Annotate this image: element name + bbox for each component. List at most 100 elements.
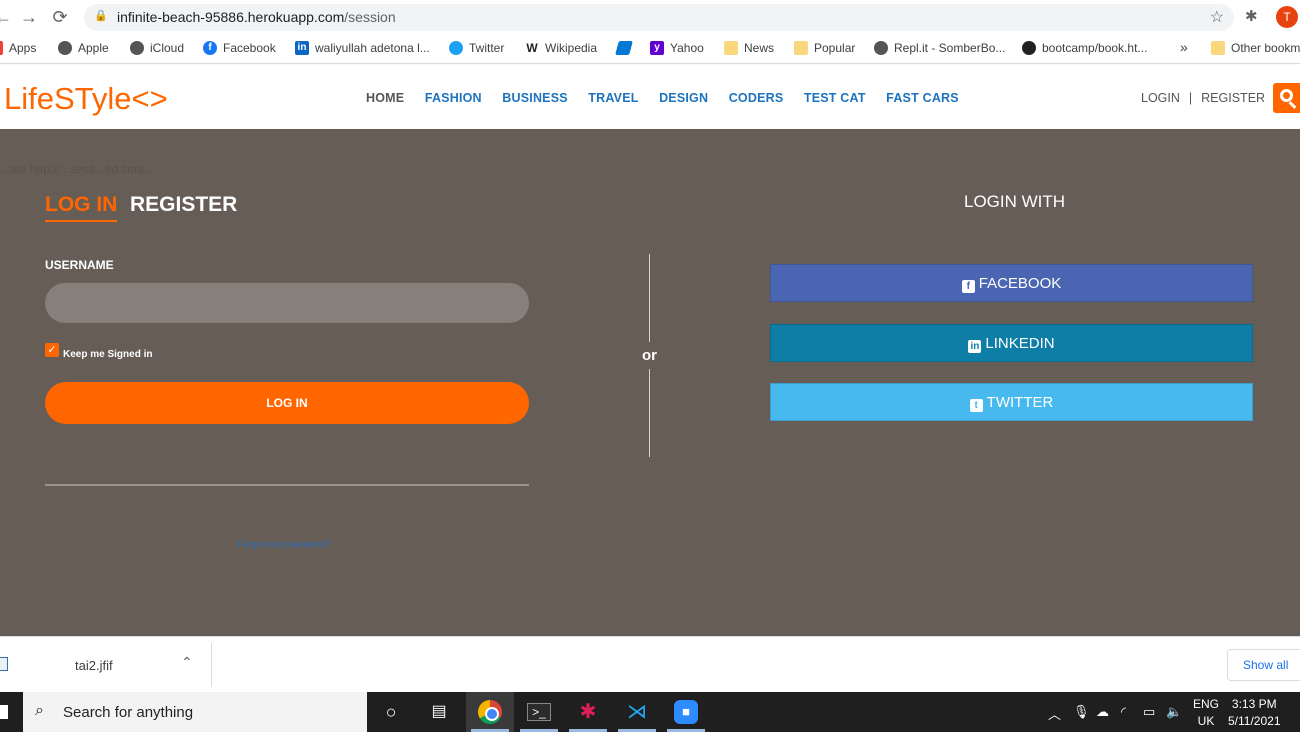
site-header: LifeSTyle<> HOME FASHION BUSINESS TRAVEL… bbox=[0, 65, 1300, 129]
bookmark-star-icon[interactable]: ☆ bbox=[1210, 7, 1224, 27]
clock-date: 5/11/2021 bbox=[1228, 714, 1281, 728]
bookmark-azure[interactable] bbox=[615, 41, 637, 55]
bookmark-label: Repl.it - SomberBo... bbox=[894, 41, 1006, 55]
bookmark-label: Yahoo bbox=[670, 41, 704, 55]
tab-login[interactable]: LOG IN bbox=[45, 193, 118, 222]
forward-icon[interactable]: → bbox=[18, 6, 40, 28]
login-with-heading: LOGIN WITH bbox=[964, 192, 1066, 211]
apple-icon bbox=[58, 41, 72, 55]
url-host: infinite-beach-95886.herokuapp.com bbox=[117, 9, 345, 25]
nav-business[interactable]: BUSINESS bbox=[502, 91, 568, 105]
chevron-up-icon[interactable]: ⌃ bbox=[181, 654, 193, 671]
bookmark-apps[interactable]: Apps bbox=[0, 41, 36, 55]
folder-icon bbox=[794, 41, 808, 55]
url-path: /session bbox=[344, 9, 396, 25]
twitter-login-label: TWITTER bbox=[986, 394, 1054, 411]
search-icon-handle bbox=[1288, 101, 1297, 109]
twitter-icon: t bbox=[969, 399, 983, 412]
linkedin-login-button[interactable]: in LINKEDIN bbox=[770, 324, 1253, 362]
input-language[interactable]: ENG UK bbox=[1193, 696, 1219, 730]
terminal-icon[interactable]: >_ bbox=[527, 703, 551, 721]
task-view-icon[interactable]: ▤ bbox=[427, 700, 451, 724]
show-all-button[interactable]: Show all bbox=[1227, 649, 1300, 681]
url-text: infinite-beach-95886.herokuapp.com/sessi… bbox=[117, 9, 396, 25]
site-logo[interactable]: LifeSTyle<> bbox=[4, 81, 168, 117]
bookmark-github[interactable]: bootcamp/book.ht... bbox=[1022, 41, 1147, 55]
bookmark-label: Popular bbox=[814, 41, 856, 55]
bookmark-other[interactable]: Other bookm bbox=[1211, 41, 1300, 55]
faded-notice-text: ...ate http://...sess...ed cont... bbox=[0, 162, 155, 176]
github-icon bbox=[1022, 41, 1036, 55]
vscode-icon[interactable]: ⋊ bbox=[625, 700, 649, 724]
nav-fashion[interactable]: FASHION bbox=[425, 91, 482, 105]
nav-fast-cars[interactable]: FAST CARS bbox=[886, 91, 959, 105]
search-icon bbox=[1280, 89, 1293, 102]
back-icon[interactable]: ← bbox=[0, 6, 14, 28]
header-login-link[interactable]: LOGIN bbox=[1141, 91, 1180, 105]
or-divider-text: or bbox=[642, 347, 657, 364]
system-clock[interactable]: 3:13 PM 5/11/2021 bbox=[1228, 696, 1281, 730]
bookmark-apple[interactable]: Apple bbox=[58, 41, 109, 55]
nav-travel[interactable]: TRAVEL bbox=[588, 91, 638, 105]
linkedin-login-label: LINKEDIN bbox=[985, 335, 1055, 352]
apps-grid-icon bbox=[0, 41, 3, 55]
battery-icon[interactable]: ▭ bbox=[1143, 704, 1155, 720]
linkedin-icon: in bbox=[968, 340, 982, 353]
forgot-password-link[interactable]: Forgot your password? bbox=[238, 539, 330, 549]
cortana-icon[interactable]: ○ bbox=[379, 700, 403, 724]
bookmark-label: bootcamp/book.ht... bbox=[1042, 41, 1148, 55]
taskbar-search[interactable]: ⌕ Search for anything bbox=[23, 692, 367, 732]
login-submit-button[interactable]: LOG IN bbox=[45, 382, 529, 424]
extensions-puzzle-icon[interactable]: ✱ bbox=[1245, 7, 1258, 25]
nav-design[interactable]: DESIGN bbox=[659, 91, 708, 105]
bookmark-label: News bbox=[744, 41, 775, 55]
vertical-divider-bottom bbox=[649, 369, 650, 457]
form-divider bbox=[45, 484, 529, 486]
onedrive-cloud-icon[interactable]: ☁ bbox=[1096, 704, 1109, 720]
facebook-icon: f bbox=[961, 280, 975, 293]
facebook-login-label: FACEBOOK bbox=[978, 275, 1062, 292]
bookmark-news[interactable]: News bbox=[724, 41, 774, 55]
tab-register[interactable]: REGISTER bbox=[130, 193, 237, 217]
facebook-login-button[interactable]: f FACEBOOK bbox=[770, 264, 1253, 302]
download-separator bbox=[211, 643, 212, 687]
bookmark-yahoo[interactable]: y Yahoo bbox=[650, 41, 704, 55]
reload-icon[interactable]: ⟳ bbox=[49, 6, 71, 28]
nav-test-cat[interactable]: TEST CAT bbox=[804, 91, 866, 105]
folder-icon bbox=[724, 41, 738, 55]
bookmark-label: iCloud bbox=[150, 41, 185, 55]
linkedin-icon: in bbox=[295, 41, 309, 55]
keep-signed-in-checkbox[interactable]: ✓ bbox=[45, 343, 59, 357]
slack-icon[interactable]: ✱ bbox=[576, 700, 600, 724]
bookmark-icloud[interactable]: iCloud bbox=[130, 41, 184, 55]
lock-icon: 🔒 bbox=[94, 10, 108, 22]
twitter-login-button[interactable]: t TWITTER bbox=[770, 383, 1253, 421]
address-bar[interactable]: 🔒 infinite-beach-95886.herokuapp.com/ses… bbox=[84, 4, 1234, 31]
windows-start-icon[interactable] bbox=[0, 705, 8, 719]
volume-icon[interactable]: 🔈 bbox=[1166, 704, 1182, 720]
bookmark-label: Apple bbox=[78, 41, 109, 55]
more-bookmarks-button[interactable]: » bbox=[1180, 39, 1188, 55]
wifi-icon[interactable]: ◜ bbox=[1121, 704, 1126, 720]
bookmark-wikipedia[interactable]: W Wikipedia bbox=[525, 41, 597, 55]
auth-links: LOGIN | REGISTER bbox=[1141, 91, 1265, 105]
chevron-up-icon[interactable]: ︿ bbox=[1048, 704, 1061, 723]
profile-avatar[interactable]: T bbox=[1276, 6, 1298, 28]
nav-coders[interactable]: CODERS bbox=[729, 91, 784, 105]
lang-code: ENG bbox=[1193, 697, 1220, 711]
bookmark-replit[interactable]: Repl.it - SomberBo... bbox=[874, 41, 1005, 55]
auth-separator: | bbox=[1188, 91, 1193, 105]
download-file-name[interactable]: tai2.jfif bbox=[75, 658, 113, 673]
zoom-icon[interactable]: ■ bbox=[674, 700, 698, 724]
search-button[interactable] bbox=[1273, 83, 1300, 113]
microphone-icon[interactable]: 🎙 bbox=[1073, 704, 1090, 720]
bookmark-linkedin[interactable]: in waliyullah adetona l... bbox=[295, 41, 430, 55]
chrome-icon[interactable] bbox=[478, 700, 502, 724]
download-bar: tai2.jfif ⌃ Show all bbox=[0, 636, 1300, 692]
nav-home[interactable]: HOME bbox=[366, 91, 404, 105]
header-register-link[interactable]: REGISTER bbox=[1201, 91, 1265, 105]
bookmark-twitter[interactable]: Twitter bbox=[449, 41, 504, 55]
bookmark-popular[interactable]: Popular bbox=[794, 41, 855, 55]
bookmark-facebook[interactable]: f Facebook bbox=[203, 41, 276, 55]
username-input[interactable] bbox=[45, 283, 529, 323]
